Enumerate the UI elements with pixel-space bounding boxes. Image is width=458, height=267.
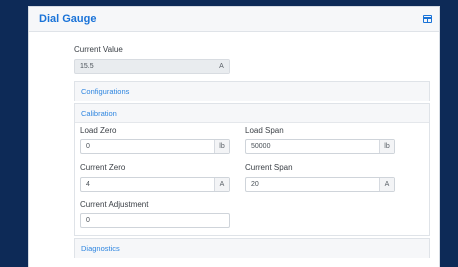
load-span-label: Load Span — [245, 126, 284, 135]
configurations-section[interactable]: Configurations — [74, 81, 430, 101]
diagnostics-section[interactable]: Diagnostics — [74, 238, 430, 258]
card-header: Dial Gauge — [29, 7, 439, 32]
current-adjustment-field[interactable]: 0 — [80, 213, 230, 228]
load-zero-value: 0 — [86, 143, 90, 150]
dial-gauge-card: Dial Gauge Current Value 15.5 A Configur… — [28, 6, 440, 267]
current-span-value: 20 — [251, 181, 259, 188]
current-zero-value: 4 — [86, 181, 90, 188]
current-value-field: 15.5 A — [74, 59, 230, 74]
current-value-label: Current Value — [74, 45, 123, 54]
current-adjustment-value: 0 — [86, 217, 90, 224]
load-span-value: 50000 — [251, 143, 271, 150]
current-zero-label: Current Zero — [80, 163, 126, 172]
current-span-label: Current Span — [245, 163, 293, 172]
diagnostics-header[interactable]: Diagnostics — [75, 239, 429, 258]
current-zero-field[interactable]: 4 A — [80, 177, 230, 192]
card-title: Dial Gauge — [39, 13, 97, 25]
configurations-header[interactable]: Configurations — [75, 82, 429, 101]
calibration-title[interactable]: Calibration — [81, 109, 117, 118]
current-span-field[interactable]: 20 A — [245, 177, 395, 192]
current-span-unit: A — [379, 178, 394, 191]
load-zero-label: Load Zero — [80, 126, 117, 135]
diagnostics-title[interactable]: Diagnostics — [81, 244, 120, 253]
current-adjustment-label: Current Adjustment — [80, 200, 149, 209]
load-span-unit: lb — [379, 140, 394, 153]
current-value-unit: A — [214, 60, 229, 73]
panel-layout-icon[interactable] — [423, 15, 432, 23]
load-zero-unit: lb — [214, 140, 229, 153]
calibration-header[interactable]: Calibration — [75, 104, 429, 123]
current-value-text: 15.5 — [80, 63, 94, 70]
load-span-field[interactable]: 50000 lb — [245, 139, 395, 154]
configurations-title[interactable]: Configurations — [81, 87, 129, 96]
current-zero-unit: A — [214, 178, 229, 191]
load-zero-field[interactable]: 0 lb — [80, 139, 230, 154]
